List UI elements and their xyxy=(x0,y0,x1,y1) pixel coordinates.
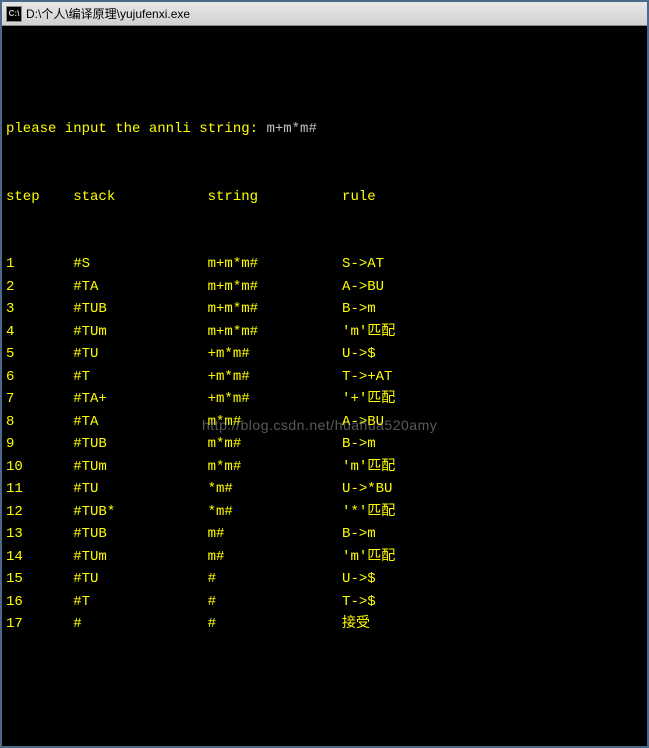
table-header: step stack string rule xyxy=(6,186,643,209)
table-row: 3 #TUB m+m*m# B->m xyxy=(6,298,643,321)
table-row: 12 #TUB* *m# '*'匹配 xyxy=(6,501,643,524)
table-row: 4 #TUm m+m*m# 'm'匹配 xyxy=(6,321,643,344)
table-row: 9 #TUB m*m# B->m xyxy=(6,433,643,456)
terminal-output[interactable]: http://blog.csdn.net/huahua520amy please… xyxy=(2,26,647,746)
table-row: 6 #T +m*m# T->+AT xyxy=(6,366,643,389)
table-row: 14 #TUm m# 'm'匹配 xyxy=(6,546,643,569)
app-icon: C:\ xyxy=(6,6,22,22)
console-window: C:\ D:\个人\编译原理\yujufenxi.exe http://blog… xyxy=(0,0,649,748)
blank-line xyxy=(6,681,643,704)
table-row: 2 #TA m+m*m# A->BU xyxy=(6,276,643,299)
prompt-line: please input the annli string: m+m*m# xyxy=(6,118,643,141)
table-row: 16 #T # T->$ xyxy=(6,591,643,614)
table-row: 5 #TU +m*m# U->$ xyxy=(6,343,643,366)
table-row: 13 #TUB m# B->m xyxy=(6,523,643,546)
table-row: 8 #TA m*m# A->BU xyxy=(6,411,643,434)
table-row: 10 #TUm m*m# 'm'匹配 xyxy=(6,456,643,479)
table-row: 11 #TU *m# U->*BU xyxy=(6,478,643,501)
window-title: D:\个人\编译原理\yujufenxi.exe xyxy=(26,5,190,22)
table-row: 1 #S m+m*m# S->AT xyxy=(6,253,643,276)
table-row: 15 #TU # U->$ xyxy=(6,568,643,591)
titlebar[interactable]: C:\ D:\个人\编译原理\yujufenxi.exe xyxy=(2,2,647,26)
table-row: 7 #TA+ +m*m# '+'匹配 xyxy=(6,388,643,411)
table-row: 17 # # 接受 xyxy=(6,613,643,636)
user-input: m+m*m# xyxy=(266,121,316,137)
